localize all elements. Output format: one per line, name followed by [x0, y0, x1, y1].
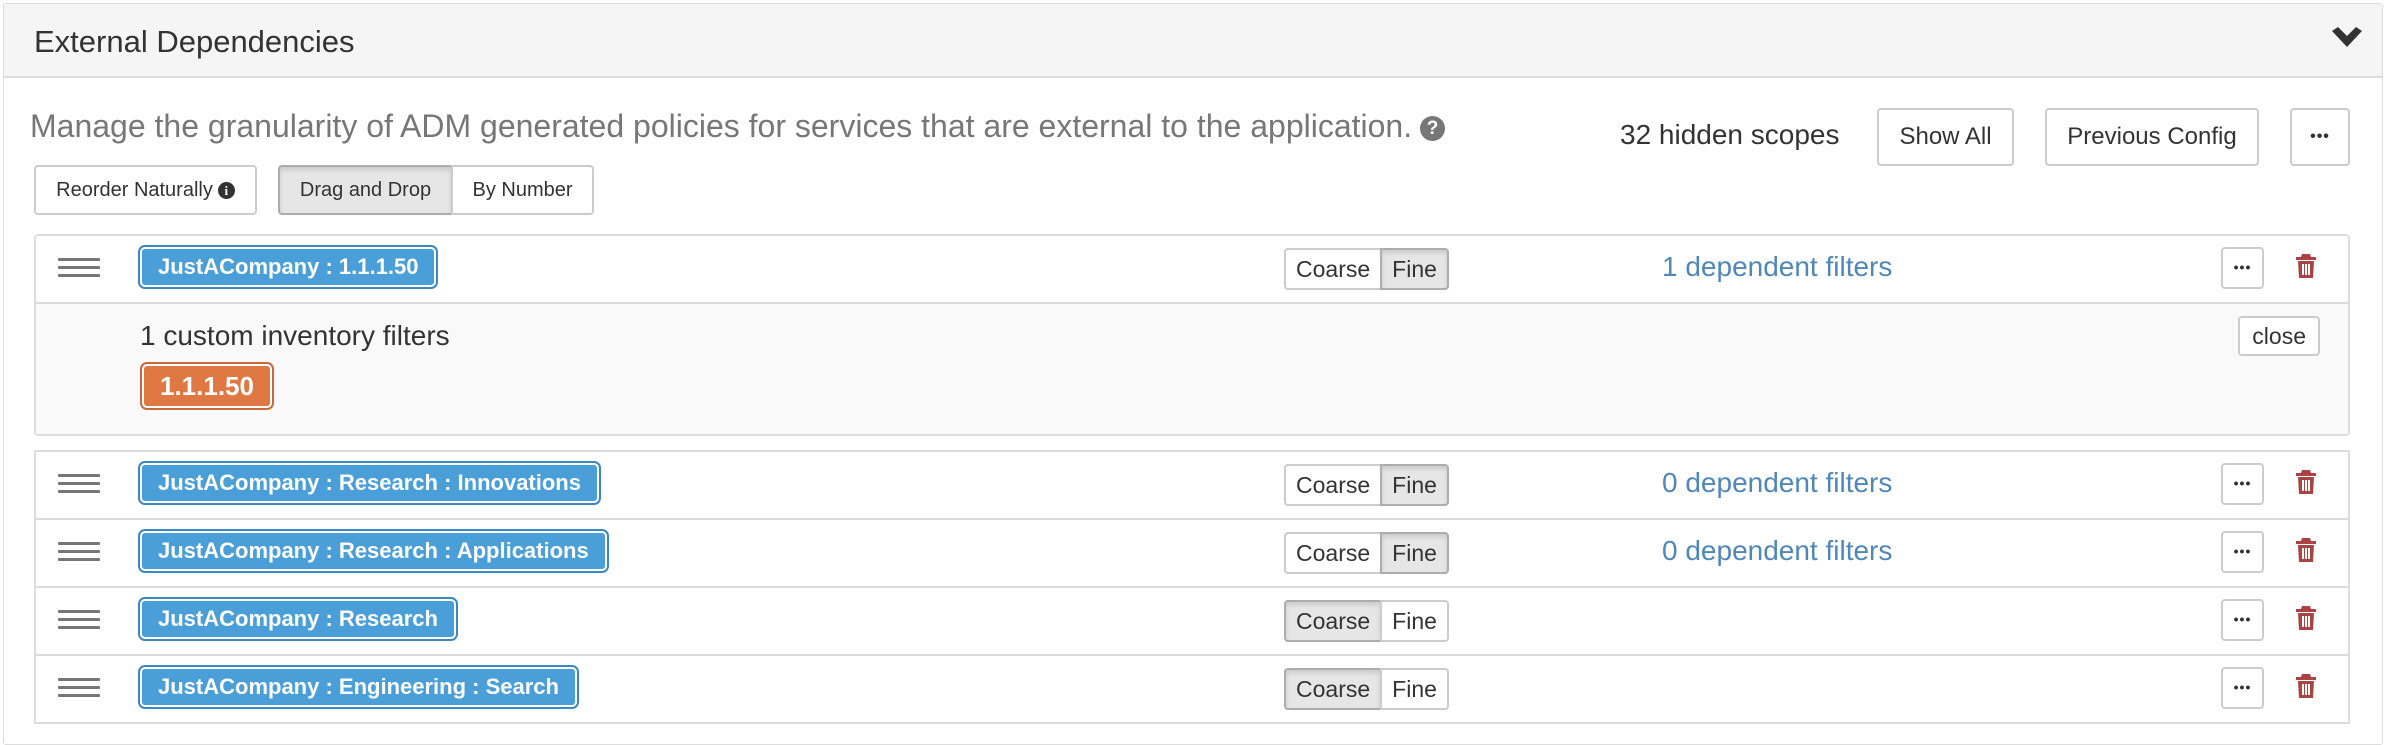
granularity-toggle: Coarse Fine	[1284, 600, 1449, 642]
scope-label[interactable]: JustACompany : Research	[140, 599, 456, 639]
reorder-naturally-label: Reorder Naturally	[56, 179, 213, 201]
scope-label[interactable]: JustACompany : Engineering : Search	[140, 667, 577, 707]
description-text: Manage the granularity of ADM generated …	[30, 108, 1413, 144]
coarse-button[interactable]: Coarse	[1284, 668, 1383, 710]
fine-button[interactable]: Fine	[1380, 464, 1449, 506]
previous-config-button[interactable]: Previous Config	[2045, 108, 2259, 166]
coarse-button[interactable]: Coarse	[1284, 248, 1383, 290]
trash-icon[interactable]	[2295, 469, 2317, 495]
fine-button[interactable]: Fine	[1380, 668, 1449, 710]
inventory-filter-chip[interactable]: 1.1.1.50	[142, 364, 272, 408]
scope-label[interactable]: JustACompany : Research : Innovations	[140, 463, 599, 503]
coarse-button[interactable]: Coarse	[1284, 532, 1383, 574]
coarse-button[interactable]: Coarse	[1284, 464, 1383, 506]
drag-handle-icon[interactable]	[58, 474, 100, 494]
drag-handle-icon[interactable]	[58, 610, 100, 630]
chevron-down-icon[interactable]	[2330, 26, 2364, 50]
more-options-button[interactable]: •••	[2290, 108, 2350, 166]
row-more-button[interactable]: •••	[2221, 247, 2264, 289]
trash-icon[interactable]	[2295, 605, 2317, 631]
dependent-filters-link[interactable]: 0 dependent filters	[1662, 535, 1892, 567]
scope-row: JustACompany : Engineering : Search Coar…	[34, 654, 2350, 724]
granularity-toggle: Coarse Fine	[1284, 464, 1449, 506]
row-more-button[interactable]: •••	[2221, 667, 2264, 709]
panel-title: External Dependencies	[34, 24, 355, 59]
granularity-toggle: Coarse Fine	[1284, 248, 1449, 290]
fine-button[interactable]: Fine	[1380, 248, 1449, 290]
by-number-button[interactable]: By Number	[451, 165, 594, 215]
trash-icon[interactable]	[2295, 537, 2317, 563]
show-all-button[interactable]: Show All	[1877, 108, 2014, 166]
row-more-button[interactable]: •••	[2221, 463, 2264, 505]
scope-label[interactable]: JustACompany : 1.1.1.50	[140, 247, 437, 287]
custom-filters-title: 1 custom inventory filters	[140, 320, 450, 351]
dependent-filters-link[interactable]: 0 dependent filters	[1662, 467, 1892, 499]
hidden-scopes-count: 32 hidden scopes	[1620, 119, 1840, 150]
scope-row: JustACompany : Research : Applications C…	[34, 518, 2350, 588]
row-more-button[interactable]: •••	[2221, 599, 2264, 641]
panel-heading[interactable]: External Dependencies	[4, 4, 2382, 78]
scope-label[interactable]: JustACompany : Research : Applications	[140, 531, 607, 571]
drag-handle-icon[interactable]	[58, 678, 100, 698]
ordering-mode-toggle: Drag and Drop By Number	[278, 165, 594, 215]
scope-row: JustACompany : Research : Innovations Co…	[34, 450, 2350, 520]
custom-filters-panel: 1 custom inventory filters 1.1.1.50 clos…	[36, 302, 2348, 434]
fine-button[interactable]: Fine	[1380, 600, 1449, 642]
coarse-button[interactable]: Coarse	[1284, 600, 1383, 642]
description: Manage the granularity of ADM generated …	[30, 108, 1446, 145]
scope-row: JustACompany : 1.1.1.50 Coarse Fine 1 de…	[34, 234, 2350, 436]
trash-icon[interactable]	[2295, 253, 2317, 279]
close-button[interactable]: close	[2238, 316, 2320, 356]
reorder-naturally-button[interactable]: Reorder Naturally i	[34, 165, 257, 215]
granularity-toggle: Coarse Fine	[1284, 532, 1449, 574]
dependent-filters-link[interactable]: 1 dependent filters	[1662, 251, 1892, 283]
granularity-toggle: Coarse Fine	[1284, 668, 1449, 710]
trash-icon[interactable]	[2295, 673, 2317, 699]
row-more-button[interactable]: •••	[2221, 531, 2264, 573]
info-circle-icon: i	[217, 182, 235, 199]
question-circle-icon[interactable]: ?	[1420, 116, 1446, 141]
drag-and-drop-button[interactable]: Drag and Drop	[278, 165, 453, 215]
fine-button[interactable]: Fine	[1380, 532, 1449, 574]
drag-handle-icon[interactable]	[58, 258, 100, 278]
drag-handle-icon[interactable]	[58, 542, 100, 562]
scope-row: JustACompany : Research Coarse Fine •••	[34, 586, 2350, 656]
